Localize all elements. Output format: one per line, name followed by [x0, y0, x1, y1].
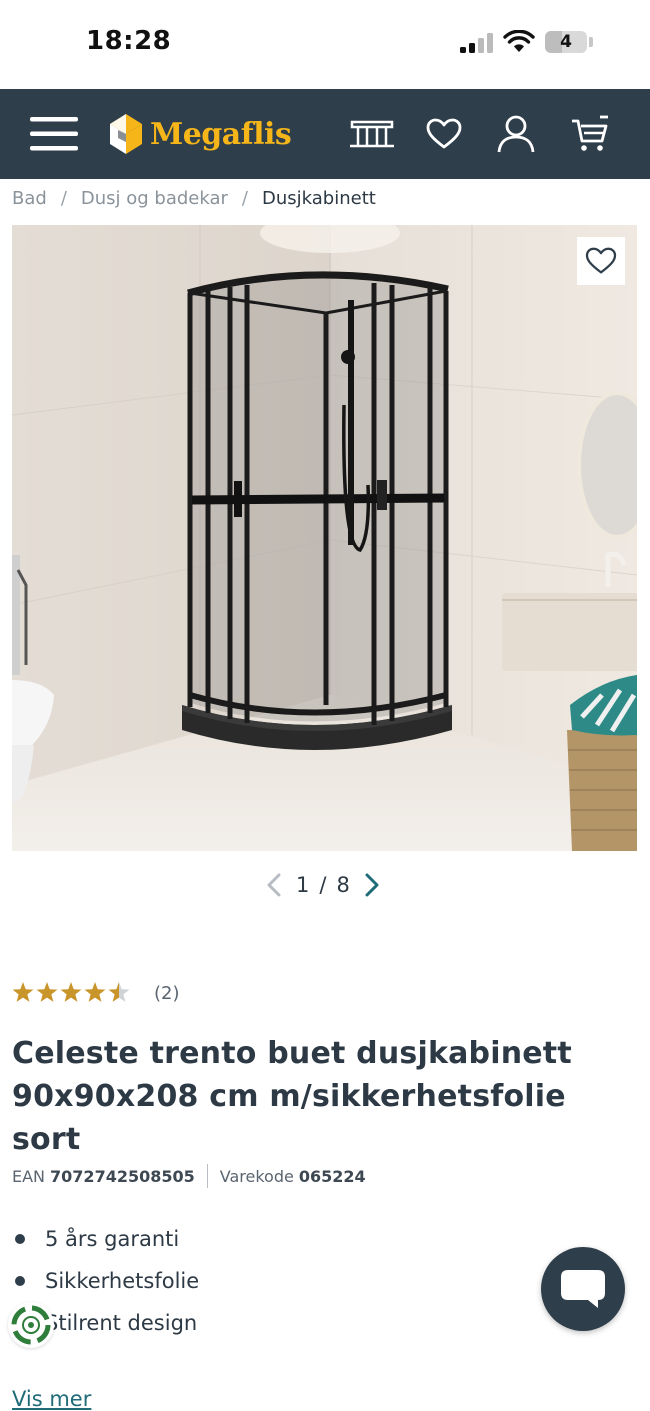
- account-button[interactable]: [490, 89, 542, 179]
- heart-icon: [426, 118, 462, 149]
- battery-icon: 4: [545, 31, 587, 53]
- battery-percent: 4: [560, 32, 572, 52]
- highlight-item: Sikkerhetsfolie: [12, 1260, 199, 1302]
- review-count[interactable]: (2): [154, 983, 180, 1004]
- chevron-left-icon[interactable]: [262, 871, 286, 899]
- star-icon: [36, 982, 58, 1002]
- product-rating[interactable]: (2): [12, 980, 180, 1006]
- cart-button[interactable]: [564, 89, 616, 179]
- star-icon: [12, 982, 34, 1002]
- bullet-icon: [15, 1234, 25, 1244]
- item-code-value: 065224: [298, 1166, 366, 1186]
- highlight-item: 5 års garanti: [12, 1218, 199, 1260]
- breadcrumb-separator: /: [60, 188, 67, 209]
- shower-cabin-illustration: [12, 225, 637, 851]
- add-to-wishlist-button[interactable]: [577, 237, 625, 285]
- logo-mark-icon: [110, 114, 142, 154]
- breadcrumb-current: Dusjkabinett: [262, 188, 376, 209]
- user-icon: [497, 115, 535, 153]
- breadcrumb-link-bad[interactable]: Bad: [12, 188, 47, 209]
- showroom-icon: [350, 120, 394, 148]
- star-icon: [108, 982, 130, 1002]
- status-bar: 18:28 4: [0, 0, 650, 88]
- chat-button[interactable]: [541, 1247, 625, 1331]
- status-time: 18:28: [86, 26, 172, 56]
- pager-total: 8: [336, 873, 350, 897]
- ean-value: 7072742508505: [50, 1166, 195, 1186]
- eco-badge[interactable]: [8, 1302, 54, 1348]
- pager-current: 1: [296, 873, 310, 897]
- cellular-signal-icon: [460, 33, 494, 53]
- chevron-right-icon[interactable]: [360, 871, 384, 899]
- recycle-icon: [11, 1305, 51, 1345]
- highlight-text: 5 års garanti: [45, 1227, 180, 1251]
- product-codes: EAN 7072742508505 Varekode 065224: [12, 1164, 366, 1188]
- highlight-text: Sikkerhetsfolie: [45, 1269, 200, 1293]
- show-more-link[interactable]: Vis mer: [12, 1387, 91, 1411]
- breadcrumb-separator: /: [241, 188, 248, 209]
- rating-stars: [12, 982, 130, 1002]
- site-header: Megaflis: [0, 89, 650, 179]
- battery-nub: [589, 37, 593, 47]
- breadcrumb-link-dusj-og-badekar[interactable]: Dusj og badekar: [81, 188, 228, 209]
- heart-icon: [585, 247, 617, 274]
- menu-button[interactable]: [22, 89, 86, 179]
- product-image[interactable]: [12, 225, 637, 851]
- breadcrumb: Bad / Dusj og badekar / Dusjkabinett: [12, 188, 376, 209]
- star-icon: [60, 982, 82, 1002]
- megaflis-logo[interactable]: Megaflis: [108, 110, 292, 158]
- product-title: Celeste trento buet dusjkabinett 90x90x2…: [12, 1036, 572, 1157]
- logo-text: Megaflis: [150, 116, 292, 152]
- cart-icon: [572, 115, 608, 151]
- codes-divider: [206, 1164, 208, 1188]
- menu-icon: [30, 117, 78, 151]
- chat-bubble-icon: [561, 1270, 605, 1308]
- pager-separator: /: [319, 873, 327, 897]
- ean-label: EAN: [12, 1166, 46, 1186]
- item-code-label: Varekode: [219, 1166, 294, 1186]
- bullet-icon: [15, 1276, 25, 1286]
- showroom-button[interactable]: [344, 89, 400, 179]
- wifi-icon: [503, 30, 535, 52]
- highlight-text: Stilrent design: [45, 1311, 198, 1335]
- star-icon: [84, 982, 106, 1002]
- image-pager: 1 / 8: [262, 866, 384, 904]
- wishlist-button[interactable]: [418, 89, 470, 179]
